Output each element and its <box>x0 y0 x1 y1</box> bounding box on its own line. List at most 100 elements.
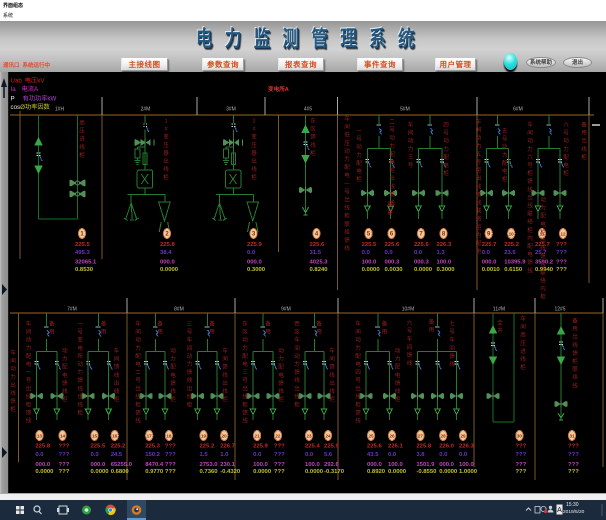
svg-text:电: 电 <box>278 371 284 379</box>
svg-text:重: 重 <box>387 200 393 208</box>
svg-text:配: 配 <box>527 243 533 250</box>
svg-text:号: 号 <box>527 162 533 169</box>
svg-text:电: 电 <box>242 360 248 368</box>
svg-text:备: 备 <box>316 319 322 327</box>
svg-text:???: ??? <box>165 452 176 458</box>
svg-text:区: 区 <box>294 329 300 336</box>
svg-text:柜: 柜 <box>251 173 257 181</box>
svg-text:柜: 柜 <box>187 400 193 408</box>
svg-text:号: 号 <box>356 136 362 143</box>
svg-text:间: 间 <box>187 344 193 352</box>
svg-text:间: 间 <box>10 357 16 365</box>
svg-text:力: 力 <box>540 204 546 212</box>
svg-text:馈: 馈 <box>449 352 455 360</box>
svg-text:柜: 柜 <box>581 153 587 161</box>
svg-text:线: 线 <box>251 165 257 173</box>
svg-text:配: 配 <box>540 213 546 220</box>
svg-text:???: ??? <box>274 462 285 468</box>
svg-text:二: 二 <box>135 370 141 376</box>
svg-text:间: 间 <box>329 355 335 363</box>
svg-text:Uab电压kV: Uab电压kV <box>11 76 46 84</box>
svg-text:6#M: 6#M <box>513 107 523 113</box>
svg-text:电: 电 <box>356 167 362 175</box>
svg-text:柜: 柜 <box>389 166 395 174</box>
svg-text:馈: 馈 <box>187 368 193 376</box>
svg-text:???: ??? <box>165 469 176 475</box>
svg-text:P有功功率kW: P有功功率kW <box>11 95 57 103</box>
svg-text:配: 配 <box>476 240 482 247</box>
svg-text:#: # <box>164 127 168 133</box>
svg-text:线: 线 <box>329 387 335 395</box>
svg-text:馈: 馈 <box>77 376 83 384</box>
svg-text:线: 线 <box>163 165 169 173</box>
svg-text:号: 号 <box>476 159 482 166</box>
svg-text:用: 用 <box>101 329 107 336</box>
svg-text:动: 动 <box>476 135 482 142</box>
svg-text:动: 动 <box>563 138 569 145</box>
svg-text:号: 号 <box>344 188 350 195</box>
svg-text:备: 备 <box>49 319 55 327</box>
svg-text:0.0000: 0.0000 <box>253 469 272 475</box>
svg-text:25: 25 <box>368 434 374 439</box>
svg-text:4#5: 4#5 <box>304 107 313 113</box>
svg-text:力: 力 <box>344 155 350 163</box>
svg-text:备: 备 <box>101 319 107 327</box>
svg-text:000.0: 000.0 <box>91 462 106 468</box>
svg-text:9#M: 9#M <box>281 307 291 313</box>
svg-text:柜: 柜 <box>443 169 449 177</box>
svg-text:225.3: 225.3 <box>145 444 160 450</box>
svg-text:馈: 馈 <box>10 397 16 405</box>
svg-text:车: 车 <box>10 348 16 356</box>
svg-text:18: 18 <box>166 434 172 439</box>
svg-text:号: 号 <box>502 136 508 143</box>
svg-text:0.3000: 0.3000 <box>247 267 266 273</box>
svg-text:出: 出 <box>581 137 587 145</box>
svg-text:22: 22 <box>275 434 281 439</box>
svg-text:号: 号 <box>77 329 83 336</box>
svg-text:馈: 馈 <box>222 363 228 371</box>
svg-text:???: ??? <box>515 452 526 458</box>
svg-text:225.8: 225.8 <box>160 242 175 248</box>
svg-text:联: 联 <box>527 210 533 218</box>
svg-text:一: 一 <box>356 128 362 134</box>
svg-text:225.9: 225.9 <box>324 444 339 450</box>
svg-text:用: 用 <box>316 329 322 336</box>
svg-text:出: 出 <box>222 379 228 387</box>
svg-text:出: 出 <box>540 236 546 244</box>
svg-text:线: 线 <box>294 376 300 384</box>
svg-text:络: 络 <box>527 218 533 226</box>
svg-text:用: 用 <box>49 329 55 336</box>
svg-text:络: 络 <box>540 276 546 284</box>
svg-text:出: 出 <box>114 379 120 387</box>
svg-text:电: 电 <box>563 161 569 169</box>
svg-text:柜: 柜 <box>135 400 141 408</box>
svg-text:高: 高 <box>79 118 85 126</box>
svg-text:电: 电 <box>395 371 401 379</box>
svg-text:12: 12 <box>560 232 566 237</box>
svg-text:23: 23 <box>306 434 312 439</box>
svg-text:0.0000: 0.0000 <box>362 267 381 273</box>
svg-text:100.0: 100.0 <box>388 462 403 468</box>
svg-text:225.6: 225.6 <box>367 444 382 450</box>
svg-text:电: 电 <box>527 250 533 258</box>
svg-text:车: 车 <box>135 319 141 327</box>
svg-text:车: 车 <box>26 319 32 327</box>
svg-text:馈: 馈 <box>26 409 32 417</box>
svg-text:3#M: 3#M <box>226 107 236 113</box>
svg-text:出: 出 <box>26 384 32 392</box>
svg-text:络: 络 <box>344 228 350 236</box>
svg-text:间: 间 <box>344 123 350 131</box>
svg-text:线: 线 <box>395 387 401 395</box>
svg-text:???: ??? <box>59 444 70 450</box>
svg-text:力: 力 <box>294 360 300 368</box>
svg-text:2: 2 <box>252 118 255 124</box>
svg-text:226.1: 226.1 <box>388 444 403 450</box>
svg-text:24: 24 <box>325 434 331 439</box>
svg-text:14: 14 <box>60 434 66 439</box>
svg-text:馈: 馈 <box>329 363 335 371</box>
svg-text:动: 动 <box>278 347 284 354</box>
svg-text:0.6150: 0.6150 <box>504 267 523 273</box>
svg-text:31: 31 <box>569 434 575 439</box>
svg-text:线: 线 <box>222 387 228 395</box>
svg-text:变电所A: 变电所A <box>268 85 289 93</box>
